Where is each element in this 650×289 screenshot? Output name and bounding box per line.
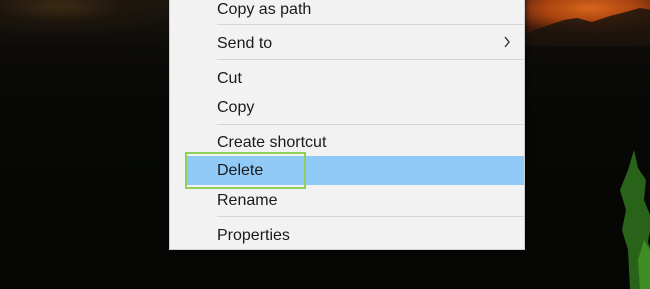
menu-item-copy-as-path[interactable]: Copy as path (170, 0, 524, 24)
chevron-right-icon (501, 29, 513, 58)
menu-item-rename[interactable]: Rename (170, 186, 524, 215)
menu-separator (217, 124, 524, 125)
menu-item-delete[interactable]: Delete (185, 156, 524, 185)
menu-item-label: Create shortcut (217, 134, 327, 151)
menu-item-create-shortcut[interactable]: Create shortcut (170, 128, 524, 157)
menu-separator (217, 59, 524, 60)
menu-item-label: Copy (217, 99, 255, 116)
context-menu: Copy as path Send to Cut Copy Create sho… (169, 0, 525, 250)
menu-item-label: Delete (217, 162, 264, 179)
foliage (620, 150, 650, 289)
menu-item-label: Rename (217, 192, 278, 209)
menu-item-properties[interactable]: Properties (170, 221, 524, 250)
menu-item-send-to[interactable]: Send to (170, 29, 524, 58)
menu-item-label: Send to (217, 35, 273, 52)
distant-hills (522, 8, 650, 46)
menu-item-label: Copy as path (217, 1, 312, 18)
menu-item-copy[interactable]: Copy (170, 93, 524, 122)
menu-separator (217, 24, 524, 25)
menu-separator (217, 216, 524, 217)
menu-item-label: Cut (217, 70, 242, 87)
menu-item-label: Properties (217, 227, 290, 244)
menu-item-cut[interactable]: Cut (170, 64, 524, 93)
